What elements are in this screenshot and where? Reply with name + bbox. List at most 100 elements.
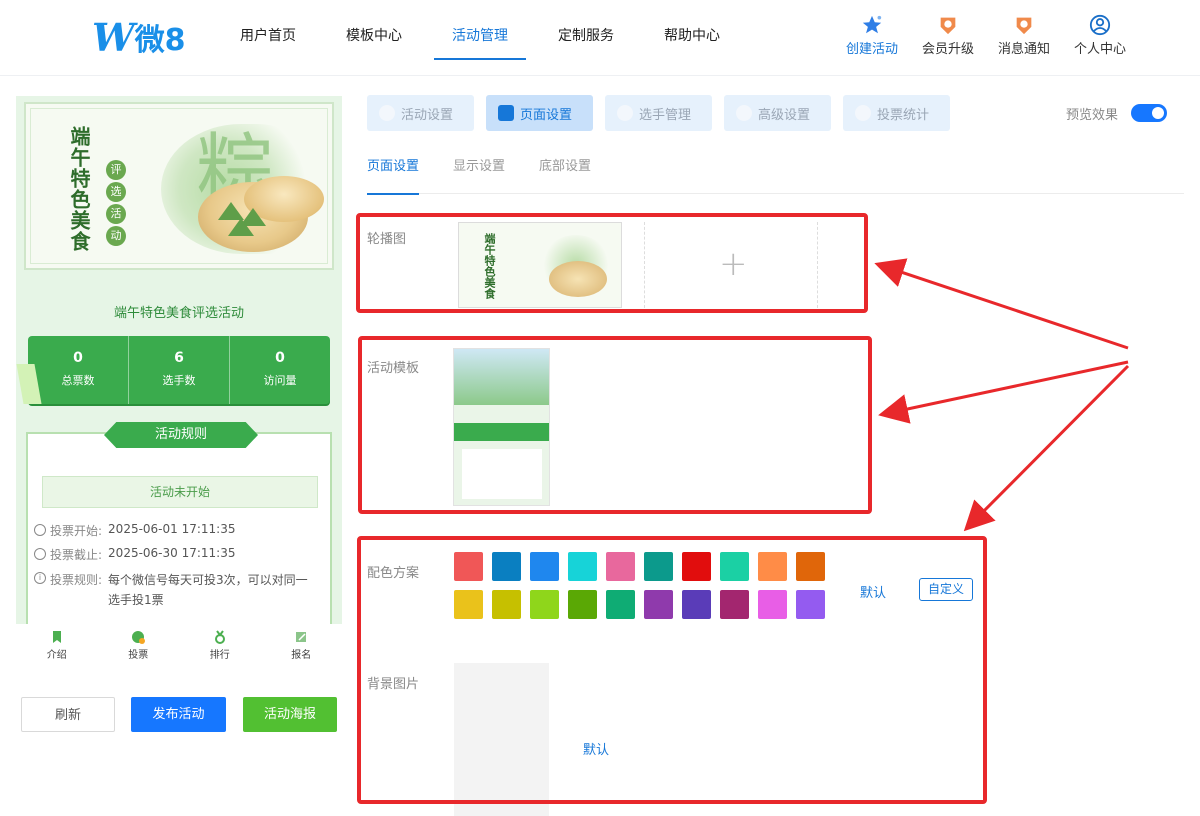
rule-value: 2025-06-30 17:11:35 — [108, 546, 236, 560]
step-label: 投票统计 — [877, 107, 930, 123]
create-activity-label: 创建活动 — [845, 42, 898, 57]
tab-label: 报名 — [291, 650, 312, 661]
nav-item-custom-service[interactable]: 定制服务 — [540, 0, 632, 60]
stat-visits: 0 访问量 — [229, 336, 330, 404]
refresh-button[interactable]: 刷新 — [21, 697, 115, 732]
step-activity-settings[interactable]: 活动设置 — [367, 95, 474, 131]
tab-signup[interactable]: 报名 — [261, 624, 343, 668]
banner-badges: 评 选 活 动 — [106, 160, 126, 248]
step-label: 页面设置 — [520, 107, 573, 123]
layout-icon — [498, 105, 514, 121]
user-icon — [1089, 14, 1111, 36]
activity-title: 端午特色美食评选活动 — [113, 306, 244, 321]
brand-logo[interactable]: W 微8 — [92, 14, 186, 60]
rules-heading: 活动规则 — [104, 422, 258, 448]
arrow-to-template — [878, 360, 1129, 424]
step-label: 活动设置 — [401, 107, 454, 123]
star-icon — [862, 15, 882, 34]
create-activity-button[interactable]: 创建活动 — [834, 14, 910, 57]
stat-value: 6 — [174, 350, 184, 366]
subtab-footer-settings[interactable]: 底部设置 — [539, 150, 591, 194]
rule-value: 每个微信号每天可投3次，可以对同一选手投1票 — [108, 573, 308, 607]
medal-icon — [940, 17, 956, 35]
mobile-preview: 粽 端午特色美食 评 选 活 动 端午特色美食评选活动 0 总票数 6 选手数 … — [16, 96, 342, 624]
tab-label: 介绍 — [46, 650, 67, 661]
notifications-button[interactable]: 消息通知 — [986, 14, 1062, 57]
step-advanced-settings[interactable]: 高级设置 — [724, 95, 831, 131]
stat-label: 总票数 — [61, 374, 95, 387]
stats-bar: 0 总票数 6 选手数 0 访问量 — [28, 336, 330, 404]
subtab-display-settings[interactable]: 显示设置 — [453, 150, 505, 194]
rule-key: 投票规则: — [50, 573, 103, 587]
tab-label: 投票 — [128, 650, 149, 661]
main-nav: 用户首页 模板中心 活动管理 定制服务 帮助中心 — [222, 0, 752, 60]
preview-toggle-label: 预览效果 — [1066, 108, 1119, 123]
tab-label: 排行 — [209, 650, 230, 661]
stat-contestants: 6 选手数 — [128, 336, 229, 404]
vote-icon — [132, 631, 146, 644]
arrow-to-carousel — [874, 258, 1129, 350]
arrow-to-color-scheme — [963, 364, 1130, 532]
clock-icon — [34, 548, 46, 560]
nav-item-activity-management[interactable]: 活动管理 — [434, 0, 526, 60]
edit-icon — [296, 632, 307, 642]
activity-poster-button[interactable]: 活动海报 — [243, 697, 337, 732]
preview-tabbar: 介绍 投票 排行 报名 — [16, 624, 342, 668]
percent-icon — [736, 105, 752, 121]
subtab-page-settings[interactable]: 页面设置 — [367, 150, 420, 195]
info-icon: i — [34, 572, 46, 584]
bookmark-icon — [52, 631, 61, 643]
stat-label: 访问量 — [263, 374, 297, 387]
badge-char: 活 — [106, 204, 126, 224]
stat-label: 选手数 — [162, 374, 196, 387]
logo-text: 微8 — [134, 23, 186, 58]
chart-icon — [855, 105, 871, 121]
step-label: 高级设置 — [758, 107, 811, 123]
rule-end: 投票截止: 2025-06-30 17:11:35 — [34, 546, 236, 563]
settings-steps: 活动设置 页面设置 选手管理 高级设置 投票统计 — [367, 95, 962, 131]
rules-status: 活动未开始 — [42, 476, 318, 508]
header-actions: 创建活动 会员升级 消息通知 个人中心 — [834, 14, 1138, 57]
profile-button[interactable]: 个人中心 — [1062, 14, 1138, 57]
profile-label: 个人中心 — [1073, 42, 1126, 57]
activity-banner: 粽 端午特色美食 评 选 活 动 — [24, 102, 334, 270]
rule-key: 投票截止: — [50, 548, 103, 562]
badge-char: 选 — [106, 182, 126, 202]
medal-icon — [214, 630, 225, 644]
stat-total-votes: 0 总票数 — [28, 336, 128, 404]
nav-item-templates[interactable]: 模板中心 — [328, 0, 420, 60]
logo-letter: W — [92, 14, 135, 60]
badge-char: 动 — [106, 226, 126, 246]
step-contestant-management[interactable]: 选手管理 — [605, 95, 712, 131]
rules-panel: 活动规则 活动未开始 投票开始: 2025-06-01 17:11:35 投票截… — [26, 422, 332, 624]
rule-value: 2025-06-01 17:11:35 — [108, 522, 236, 536]
highlight-box — [358, 336, 872, 514]
publish-activity-button[interactable]: 发布活动 — [131, 697, 226, 732]
member-upgrade-button[interactable]: 会员升级 — [910, 14, 986, 57]
sub-tabs: 页面设置 显示设置 底部设置 — [367, 150, 1184, 195]
highlight-box — [357, 536, 987, 804]
tab-ranking[interactable]: 排行 — [179, 624, 261, 668]
notifications-label: 消息通知 — [997, 42, 1050, 57]
tab-vote[interactable]: 投票 — [98, 624, 180, 668]
top-header: W 微8 用户首页 模板中心 活动管理 定制服务 帮助中心 创建活动 会员升级 … — [0, 0, 1200, 76]
badge-char: 评 — [106, 160, 126, 180]
stat-value: 0 — [73, 350, 83, 366]
member-upgrade-label: 会员升级 — [921, 42, 974, 57]
nav-item-help[interactable]: 帮助中心 — [646, 0, 738, 60]
step-page-settings[interactable]: 页面设置 — [486, 95, 593, 131]
stat-value: 0 — [275, 350, 285, 366]
rule-policy: i 投票规则: 每个微信号每天可投3次，可以对同一选手投1票 — [34, 570, 314, 610]
rule-key: 投票开始: — [50, 524, 103, 538]
heart-icon — [379, 105, 395, 121]
bell-badge-icon — [1016, 17, 1032, 35]
tab-intro[interactable]: 介绍 — [16, 624, 98, 668]
highlight-box — [356, 213, 868, 313]
nav-item-home[interactable]: 用户首页 — [222, 0, 314, 60]
preview-toggle[interactable] — [1131, 104, 1167, 122]
step-label: 选手管理 — [639, 107, 692, 123]
user-icon — [617, 105, 633, 121]
rule-start: 投票开始: 2025-06-01 17:11:35 — [34, 522, 236, 539]
banner-title: 端午特色美食 — [67, 126, 91, 252]
step-vote-statistics[interactable]: 投票统计 — [843, 95, 950, 131]
